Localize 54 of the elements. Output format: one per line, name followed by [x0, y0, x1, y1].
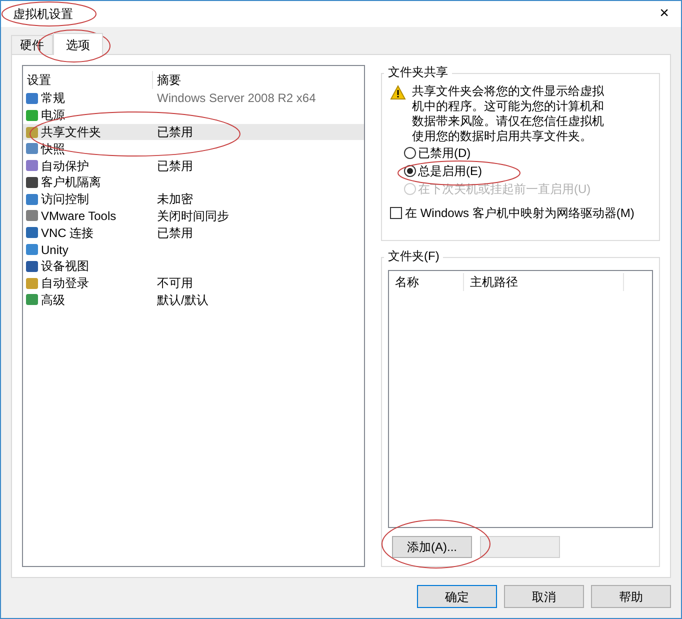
setting-summary: 关闭时间同步 — [156, 208, 229, 225]
settings-row[interactable]: 共享文件夹 已禁用 — [23, 124, 364, 140]
tile-icon — [25, 126, 39, 138]
setting-summary: 默认/默认 — [156, 292, 208, 309]
column-header: 名称 — [389, 273, 464, 291]
column-header: 主机路径 — [464, 273, 624, 291]
tab[interactable]: 选项 — [53, 33, 103, 55]
setting-name: Unity — [41, 242, 68, 259]
setting-name: VMware Tools — [41, 208, 116, 225]
tile-icon — [25, 209, 39, 222]
tile-icon — [25, 108, 39, 122]
dialog-button[interactable]: 确定 — [417, 585, 497, 608]
setting-name: 共享文件夹 — [41, 124, 101, 141]
radio-button[interactable] — [404, 165, 416, 177]
tile-icon — [25, 226, 39, 240]
setting-name: 设备视图 — [41, 258, 89, 276]
setting-name: VNC 连接 — [41, 224, 94, 242]
setting-summary: 已禁用 — [156, 124, 193, 141]
radio-option[interactable]: 总是启用(E) — [404, 163, 651, 179]
tile-icon — [25, 142, 39, 156]
warning-text: 共享文件夹会将您的文件显示给虚拟机中的程序。这可能为您的计算机和数据带来风险。请仅在您信任虚拟机使用您的数据时启用共享文件夹。 — [412, 84, 605, 144]
setting-summary: 已禁用 — [156, 158, 193, 175]
setting-summary: 未加密 — [156, 191, 193, 208]
setting-name: 客户机隔离 — [41, 174, 101, 192]
window-title: 虚拟机设置 — [13, 8, 73, 20]
radio-button[interactable] — [404, 147, 416, 159]
warning-icon — [390, 85, 406, 100]
checkbox-option[interactable]: 在 Windows 客户机中映射为网络驱动器(M) — [390, 205, 651, 221]
column-header: 设置 — [23, 71, 153, 89]
tile-icon — [25, 260, 39, 273]
column-header: 摘要 — [156, 72, 181, 89]
setting-name: 访问控制 — [41, 191, 89, 208]
tile-icon — [25, 192, 39, 206]
setting-name: 自动登录 — [41, 275, 89, 292]
setting-summary: Windows Server 2008 R2 x64 — [156, 90, 316, 108]
close-button[interactable]: × — [660, 6, 669, 22]
setting-name: 高级 — [41, 292, 65, 309]
group-title: 文件夹(F) — [384, 250, 444, 262]
radio-option[interactable]: 已禁用(D) — [404, 145, 651, 161]
add-button[interactable]: 添加(A)... — [392, 536, 472, 558]
tile-icon — [25, 293, 39, 306]
dialog-button[interactable]: 帮助 — [591, 585, 671, 608]
group-title: 文件夹共享 — [384, 66, 452, 78]
setting-name: 自动保护 — [41, 158, 89, 175]
tile-icon — [25, 92, 39, 105]
tile-icon — [25, 276, 39, 290]
tile-icon — [25, 159, 39, 172]
setting-summary: 已禁用 — [156, 224, 193, 242]
setting-name: 常规 — [41, 90, 65, 108]
setting-summary: 不可用 — [156, 275, 193, 292]
tile-icon — [25, 243, 39, 256]
tile-icon — [25, 176, 39, 189]
dialog-button[interactable]: 取消 — [504, 585, 584, 608]
checkbox[interactable] — [390, 207, 402, 219]
